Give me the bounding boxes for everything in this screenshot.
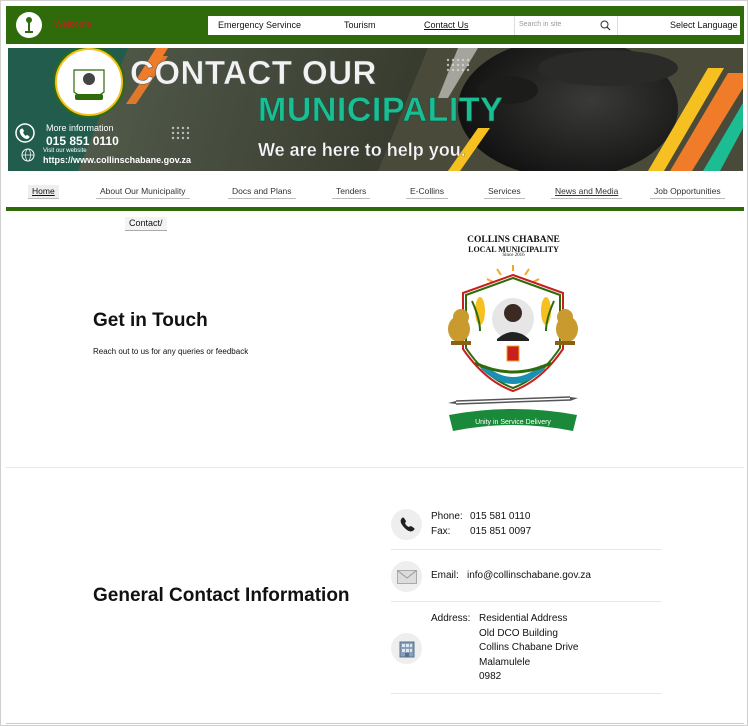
nav-news-media[interactable]: News and Media [551,185,623,199]
nav-job-opportunities[interactable]: Job Opportunities [650,185,725,199]
contact-separator [391,693,661,694]
phone-value[interactable]: 015 581 0110 [470,511,530,522]
banner-title-line2: MUNICIPALITY [258,91,504,130]
site-logo-icon[interactable] [16,12,42,38]
fax-label: Fax: [431,525,451,537]
address-line: Old DCO Building [479,627,558,639]
address-lines: Residential Address Old DCO Building Col… [479,612,579,685]
email-link[interactable]: info@collinschabane.gov.za [467,570,591,581]
nav-tenders[interactable]: Tenders [332,185,371,199]
nav-docs-plans[interactable]: Docs and Plans [228,185,296,199]
contact-separator [391,601,661,602]
banner-subtitle: We are here to help you. [258,140,466,160]
crest-motto: Unity in Service Delivery [475,419,551,426]
mail-icon [391,561,422,592]
banner-more-info: More information [46,123,114,133]
banner-visit-label: Visit our website [43,148,87,154]
municipality-crest: COLLINS CHABANE LOCAL MUNICIPALITY Since… [441,231,586,436]
address-label: Address: [431,613,471,624]
footer-divider [6,723,744,724]
top-navigation: Emergency Servince Tourism Contact Us Se… [208,16,740,35]
address-line: Collins Chabane Drive [479,642,579,653]
address-block: Address: Residential Address Old DCO Bui… [431,612,579,685]
get-in-touch-title: Get in Touch [93,310,208,331]
email-block: Email: info@collinschabane.gov.za [431,569,591,584]
top-bar: Welcome Emergency Servince Tourism Conta… [6,6,744,44]
nav-services[interactable]: Services [484,185,525,199]
search-icon[interactable] [600,20,611,31]
general-contact-title: General Contact Information [93,585,350,606]
building-icon [391,633,422,664]
banner-title-line1: CONTACT OUR [130,54,377,92]
language-selector[interactable]: Select Language [670,20,738,30]
address-line: Malamulele [479,656,531,668]
get-in-touch-subtitle: Reach out to us for any queries or feedb… [93,347,249,356]
main-navigation: Home About Our Municipality Docs and Pla… [6,175,744,211]
phone-fax-block: Phone: 015 581 0110 Fax: 015 851 0097 [431,510,531,539]
fax-value[interactable]: 015 851 0097 [470,526,531,537]
phone-icon [391,509,422,540]
address-line: Residential Address [479,613,568,624]
crest-emblem-icon: Unity in Service Delivery [448,265,578,431]
page-frame: Welcome Emergency Servince Tourism Conta… [0,0,748,726]
hero-banner: CONTACT OUR MUNICIPALITY We are here to … [8,48,743,171]
breadcrumb[interactable]: Contact/ [125,217,167,231]
banner-phone: 015 851 0110 [46,134,119,148]
topnav-tourism-link[interactable]: Tourism [344,20,376,30]
nav-ecollins[interactable]: E-Collins [406,185,449,199]
phone-label: Phone: [431,511,463,522]
topnav-emergency-link[interactable]: Emergency Servince [218,20,301,30]
contact-separator [391,549,661,550]
email-label: Email: [431,570,459,581]
banner-url: https://www.collinschabane.gov.za [43,155,192,165]
address-line: 0982 [479,671,502,682]
nav-about[interactable]: About Our Municipality [96,185,190,199]
search-placeholder: Search in site [519,21,562,28]
nav-home[interactable]: Home [28,185,59,199]
search-input[interactable]: Search in site [514,16,618,35]
top-welcome-text: Welcome [54,19,92,29]
section-divider [6,467,744,468]
topnav-contact-link[interactable]: Contact Us [424,20,469,30]
